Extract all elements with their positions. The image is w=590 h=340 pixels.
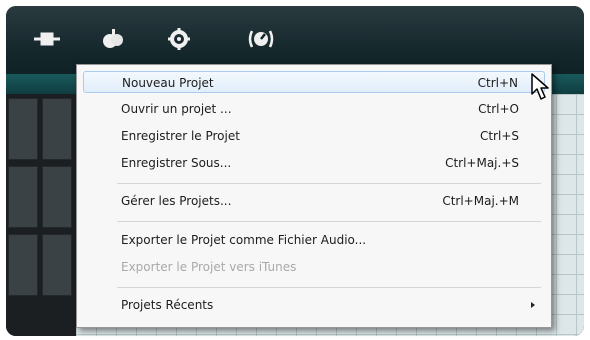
menu-item-shortcut: Ctrl+Maj.+S bbox=[445, 156, 519, 170]
menu-item-label: Exporter le Projet comme Fichier Audio..… bbox=[121, 233, 367, 247]
track-header[interactable] bbox=[42, 98, 72, 160]
submenu-arrow-icon bbox=[531, 302, 535, 308]
track-header[interactable] bbox=[8, 166, 38, 228]
track-header[interactable] bbox=[42, 166, 72, 228]
menu-item-recent-projects[interactable]: Projets Récents bbox=[83, 294, 545, 316]
apple-icon[interactable] bbox=[98, 26, 128, 52]
menu-item-label: Enregistrer le Projet bbox=[121, 129, 240, 143]
menu-separator bbox=[117, 183, 541, 184]
track-list bbox=[6, 94, 76, 336]
menu-item-save-project[interactable]: Enregistrer le Projet Ctrl+S bbox=[83, 125, 545, 147]
menu-separator bbox=[117, 287, 541, 288]
menu-item-export-itunes: Exporter le Projet vers iTunes bbox=[83, 256, 545, 278]
menu-item-open-project[interactable]: Ouvrir un projet ... Ctrl+O bbox=[83, 98, 545, 120]
menu-item-shortcut: Ctrl+S bbox=[479, 129, 519, 143]
menu-item-label: Enregistrer Sous... bbox=[121, 156, 232, 170]
menu-item-shortcut: Ctrl+Maj.+M bbox=[442, 194, 519, 208]
menu-item-label: Exporter le Projet vers iTunes bbox=[121, 260, 297, 274]
menu-item-label: Ouvrir un projet ... bbox=[121, 102, 232, 116]
track-header[interactable] bbox=[8, 98, 38, 160]
menu-item-label: Nouveau Projet bbox=[122, 76, 214, 90]
gear-icon[interactable] bbox=[164, 26, 194, 52]
menu-item-shortcut: Ctrl+N bbox=[477, 76, 518, 90]
cable-icon[interactable] bbox=[32, 26, 62, 52]
track-header[interactable] bbox=[42, 234, 72, 296]
menu-separator bbox=[117, 221, 541, 222]
menu-item-save-as[interactable]: Enregistrer Sous... Ctrl+Maj.+S bbox=[83, 152, 545, 174]
menu-item-shortcut: Ctrl+O bbox=[478, 102, 519, 116]
menu-item-label: Gérer les Projets... bbox=[121, 194, 232, 208]
project-menu: Nouveau Projet Ctrl+N Ouvrir un projet .… bbox=[76, 64, 552, 328]
menu-item-label: Projets Récents bbox=[121, 298, 214, 312]
menu-item-new-project[interactable]: Nouveau Projet Ctrl+N bbox=[83, 71, 545, 93]
track-header[interactable] bbox=[8, 234, 38, 296]
gauge-icon[interactable] bbox=[246, 26, 276, 52]
menu-item-manage-projects[interactable]: Gérer les Projets... Ctrl+Maj.+M bbox=[83, 190, 545, 212]
mouse-pointer-icon bbox=[530, 72, 552, 102]
menu-item-export-audio[interactable]: Exporter le Projet comme Fichier Audio..… bbox=[83, 229, 545, 251]
